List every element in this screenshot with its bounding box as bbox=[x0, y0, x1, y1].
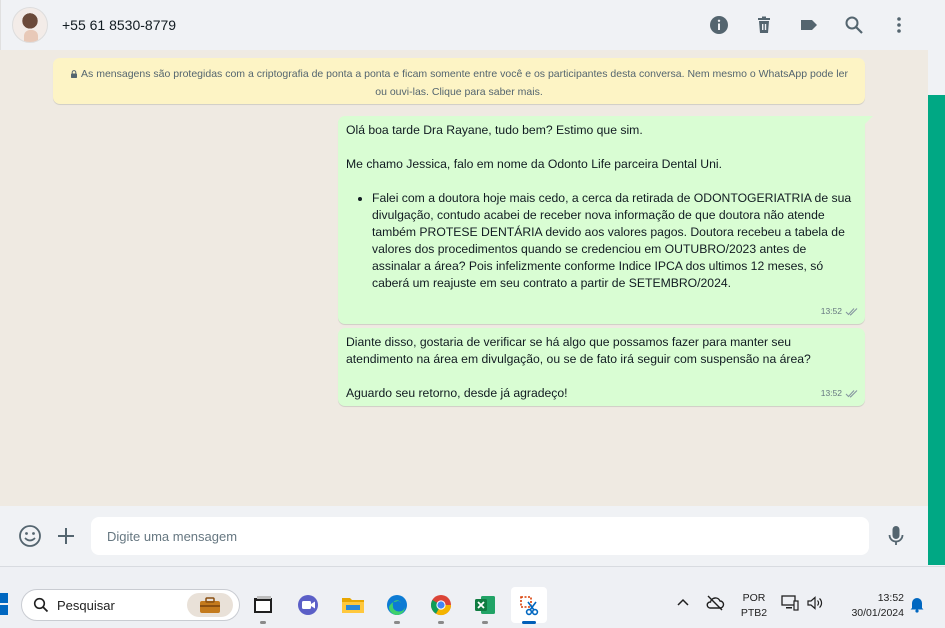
contact-avatar[interactable] bbox=[12, 7, 48, 43]
scrollbar[interactable] bbox=[928, 95, 945, 565]
label-icon[interactable] bbox=[798, 14, 820, 36]
double-check-icon bbox=[845, 390, 858, 398]
chevron-up-icon[interactable] bbox=[674, 594, 692, 612]
message-composer bbox=[0, 506, 928, 566]
message-intro: Me chamo Jessica, falo em nome da Odonto… bbox=[346, 157, 722, 171]
lock-icon bbox=[71, 70, 78, 78]
info-icon[interactable] bbox=[708, 14, 730, 36]
message-body: Diante disso, gostaria de verificar se h… bbox=[346, 335, 811, 366]
encryption-text: As mensagens são protegidas com a cripto… bbox=[81, 68, 848, 98]
clock-time: 13:52 bbox=[877, 592, 904, 604]
message-bullet: Falei com a doutora hoje mais cedo, a ce… bbox=[372, 190, 857, 292]
outgoing-message[interactable]: Diante disso, gostaria de verificar se h… bbox=[338, 328, 865, 406]
message-closing: Aguardo seu retorno, desde já agradeço! bbox=[346, 386, 568, 400]
whatsapp-window: +55 61 8530-8779 As mensagens são proteg… bbox=[0, 0, 928, 566]
kebab-menu-icon[interactable] bbox=[888, 14, 910, 36]
search-label: Pesquisar bbox=[57, 597, 115, 613]
running-indicator bbox=[482, 621, 488, 624]
input-language[interactable]: POR PTB2 bbox=[736, 591, 772, 621]
message-greeting: Olá boa tarde Dra Rayane, tudo bem? Esti… bbox=[346, 123, 643, 137]
clock-date: 30/01/2024 bbox=[851, 607, 904, 619]
message-input[interactable] bbox=[91, 517, 869, 555]
search-icon bbox=[33, 597, 49, 613]
running-indicator bbox=[394, 621, 400, 624]
message-bullet-list: Falei com a doutora hoje mais cedo, a ce… bbox=[364, 190, 857, 292]
emoji-icon[interactable] bbox=[17, 523, 43, 549]
keyboard-layout: PTB2 bbox=[740, 607, 768, 619]
cloud-offline-icon[interactable] bbox=[705, 594, 725, 612]
file-explorer-app[interactable] bbox=[335, 587, 371, 623]
notification-bell-icon[interactable] bbox=[908, 595, 926, 613]
edge-app[interactable] bbox=[379, 587, 415, 624]
encryption-notice[interactable]: As mensagens são protegidas com a cripto… bbox=[53, 58, 865, 104]
trash-icon[interactable] bbox=[753, 14, 775, 36]
network-icon[interactable] bbox=[781, 595, 799, 611]
system-clock[interactable]: 13:52 30/01/2024 bbox=[834, 591, 904, 621]
language-code: POR bbox=[742, 592, 766, 604]
outgoing-message[interactable]: Olá boa tarde Dra Rayane, tudo bem? Esti… bbox=[338, 116, 873, 324]
active-indicator bbox=[522, 621, 536, 624]
double-check-icon bbox=[845, 308, 858, 316]
contact-name[interactable]: +55 61 8530-8779 bbox=[62, 17, 176, 33]
search-icon[interactable] bbox=[843, 14, 865, 36]
message-meta: 13:52 bbox=[821, 303, 859, 320]
taskbar-search[interactable]: Pesquisar bbox=[21, 589, 240, 621]
header-actions bbox=[685, 0, 910, 50]
meet-app[interactable] bbox=[290, 587, 326, 623]
search-highlight-icon bbox=[187, 593, 233, 617]
volume-icon[interactable] bbox=[806, 595, 824, 611]
microphone-icon[interactable] bbox=[883, 523, 909, 549]
plus-icon[interactable] bbox=[53, 523, 79, 549]
windows-start-icon[interactable] bbox=[0, 591, 10, 617]
snipping-tool-app[interactable] bbox=[511, 587, 547, 624]
running-indicator bbox=[260, 621, 266, 624]
excel-app[interactable] bbox=[467, 587, 503, 624]
running-indicator bbox=[438, 621, 444, 624]
chat-header: +55 61 8530-8779 bbox=[0, 0, 928, 50]
message-time: 13:52 bbox=[820, 388, 842, 398]
chat-area[interactable]: As mensagens são protegidas com a cripto… bbox=[0, 50, 928, 506]
windows-taskbar: Pesquisar POR PTB2 13:52 30/01/2024 bbox=[0, 566, 945, 628]
message-time: 13:52 bbox=[820, 306, 842, 316]
terminal-app[interactable] bbox=[245, 587, 281, 624]
message-meta: 13:52 bbox=[821, 385, 859, 402]
chrome-app[interactable] bbox=[423, 587, 459, 624]
